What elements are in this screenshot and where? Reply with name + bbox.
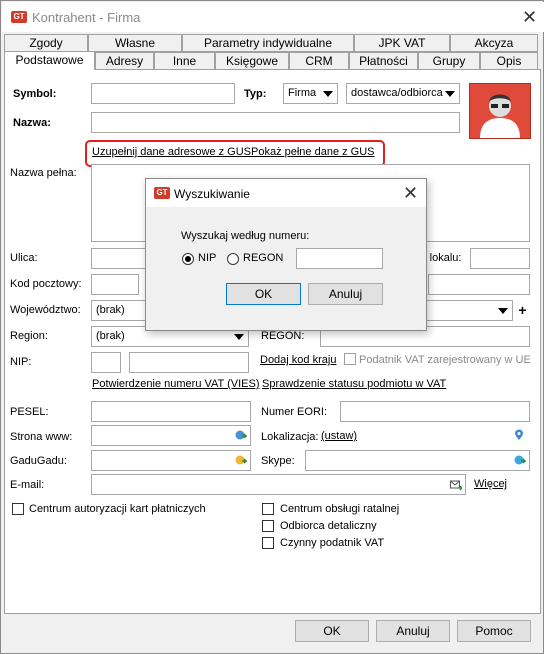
kod-pocztowy-label: Kod pocztowy: — [10, 278, 82, 290]
skype-input[interactable] — [305, 450, 530, 471]
dialog-close-icon[interactable]: ✕ — [403, 184, 418, 202]
wiecej-link[interactable]: Więcej — [474, 478, 507, 490]
skype-go-icon[interactable] — [514, 454, 526, 466]
vies-link[interactable]: Potwierdzenie numeru VAT (VIES) — [92, 378, 260, 390]
regon-label: REGON: — [261, 330, 305, 342]
title-bar: GT Kontrahent - Firma ✕ — [2, 2, 544, 32]
add-wojewodztwo-button[interactable]: + — [515, 301, 530, 320]
tab-opis[interactable]: Opis — [480, 52, 538, 70]
pesel-input[interactable] — [91, 401, 251, 422]
nazwa-label: Nazwa: — [13, 117, 51, 129]
region-value: (brak) — [96, 330, 125, 342]
tab-platnosci[interactable]: Płatności — [349, 52, 418, 70]
email-send-icon[interactable] — [450, 479, 462, 491]
tab-podstawowe[interactable]: Podstawowe — [4, 51, 95, 70]
skype-label: Skype: — [261, 455, 295, 467]
typ2-select[interactable]: dostawca/odbiorca — [346, 83, 460, 104]
email-input[interactable] — [91, 474, 466, 495]
tab-ksiegowe[interactable]: Księgowe — [215, 52, 289, 70]
dodaj-kod-kraju-link[interactable]: Dodaj kod kraju — [260, 354, 336, 366]
avatar[interactable] — [469, 83, 531, 139]
chevron-down-icon — [445, 91, 455, 97]
map-pin-icon[interactable] — [513, 429, 525, 441]
chevron-down-icon — [234, 334, 244, 340]
dialog-title-bar: GT Wyszukiwanie ✕ — [146, 179, 426, 207]
ustaw-lokalizacja-link[interactable]: (ustaw) — [321, 430, 357, 442]
eori-label: Numer EORI: — [261, 406, 328, 418]
tab-akcyza[interactable]: Akcyza — [450, 34, 538, 52]
person-icon — [480, 94, 520, 138]
centrum-ratalnej-checkbox[interactable] — [262, 503, 274, 515]
podatnik-ue-label: Podatnik VAT zarejestrowany w UE — [359, 354, 531, 366]
tab-grupy[interactable]: Grupy — [418, 52, 480, 70]
gus-show-link[interactable]: Pokaż pełne dane z GUS — [251, 146, 375, 158]
region-label: Region: — [10, 330, 48, 342]
search-dialog: GT Wyszukiwanie ✕ Wyszukaj według numeru… — [145, 178, 427, 331]
dialog-ok-button[interactable]: OK — [226, 283, 301, 305]
tab-parametry-indywidualne[interactable]: Parametry indywidualne — [182, 34, 354, 52]
chevron-down-icon — [498, 308, 508, 314]
www-label: Strona www: — [10, 431, 73, 443]
dialog-cancel-button[interactable]: Anuluj — [308, 283, 383, 305]
ulica-label: Ulica: — [10, 252, 38, 264]
lokalizacja-label: Lokalizacja: — [261, 431, 319, 443]
czynny-podatnik-checkbox[interactable] — [262, 537, 274, 549]
globe-go-icon[interactable] — [235, 429, 247, 441]
odbiorca-detaliczny-checkbox[interactable] — [262, 520, 274, 532]
ok-button[interactable]: OK — [295, 620, 369, 642]
gadugadu-input[interactable] — [91, 450, 251, 471]
czynny-podatnik-label: Czynny podatnik VAT — [280, 537, 385, 549]
nazwa-input[interactable] — [91, 112, 460, 133]
miejscowosc-input[interactable] — [428, 274, 530, 295]
centrum-autoryzacji-checkbox[interactable] — [12, 503, 24, 515]
nip-radio[interactable] — [182, 253, 194, 265]
odbiorca-detaliczny-label: Odbiorca detaliczny — [280, 520, 377, 532]
tab-wlasne[interactable]: Własne — [88, 34, 182, 52]
email-label: E-mail: — [10, 479, 45, 491]
ulica-input[interactable] — [91, 248, 151, 269]
gus-fill-link[interactable]: Uzupełnij dane adresowe z GUS — [92, 146, 251, 158]
pesel-label: PESEL: — [10, 406, 49, 418]
cancel-button[interactable]: Anuluj — [376, 620, 450, 642]
app-logo-icon: GT — [154, 187, 170, 199]
window-title: Kontrahent - Firma — [32, 10, 141, 25]
centrum-ratalnej-label: Centrum obsługi ratalnej — [280, 503, 400, 515]
nip-label: NIP: — [10, 356, 32, 368]
tab-inne[interactable]: Inne — [154, 52, 215, 70]
nr-lokalu-input[interactable] — [470, 248, 530, 269]
tab-jpk-vat[interactable]: JPK VAT — [354, 34, 450, 52]
regon-radio-label: REGON — [243, 252, 284, 264]
centrum-autoryzacji-label: Centrum autoryzacji kart płatniczych — [29, 503, 206, 515]
symbol-input[interactable] — [91, 83, 235, 104]
search-prompt: Wyszukaj według numeru: — [181, 230, 310, 242]
nip-input[interactable] — [129, 352, 249, 373]
nip-radio-label: NIP — [198, 252, 217, 264]
tab-crm[interactable]: CRM — [289, 52, 349, 70]
eori-input[interactable] — [340, 401, 530, 422]
regon-radio[interactable] — [227, 253, 239, 265]
tab-adresy[interactable]: Adresy — [95, 52, 154, 70]
dialog-title: Wyszukiwanie — [174, 187, 250, 201]
podatnik-ue-checkbox[interactable] — [344, 353, 356, 365]
www-input[interactable] — [91, 425, 251, 446]
typ-label: Typ: — [244, 88, 267, 100]
gadugadu-label: GaduGadu: — [10, 455, 67, 467]
status-vat-link[interactable]: Sprawdzenie statusu podmiotu w VAT — [262, 378, 446, 390]
wojewodztwo-label: Województwo: — [10, 304, 81, 316]
typ-value: Firma — [288, 87, 317, 99]
typ-select[interactable]: Firma — [283, 83, 338, 104]
typ2-value: dostawca/odbiorca — [351, 87, 443, 99]
help-button[interactable]: Pomoc — [457, 620, 531, 642]
app-logo-icon: GT — [11, 11, 27, 23]
gadugadu-go-icon[interactable] — [235, 454, 247, 466]
tab-zgody[interactable]: Zgody — [4, 34, 88, 52]
wojewodztwo-value: (brak) — [96, 304, 125, 316]
kod-pocztowy-input[interactable] — [91, 274, 139, 295]
chevron-down-icon — [323, 91, 333, 97]
nazwa-pelna-label: Nazwa pełna: — [10, 167, 77, 179]
symbol-label: Symbol: — [13, 88, 57, 100]
close-icon[interactable]: ✕ — [522, 8, 537, 26]
search-number-input[interactable] — [296, 248, 383, 269]
nip-prefix-input[interactable] — [91, 352, 121, 373]
